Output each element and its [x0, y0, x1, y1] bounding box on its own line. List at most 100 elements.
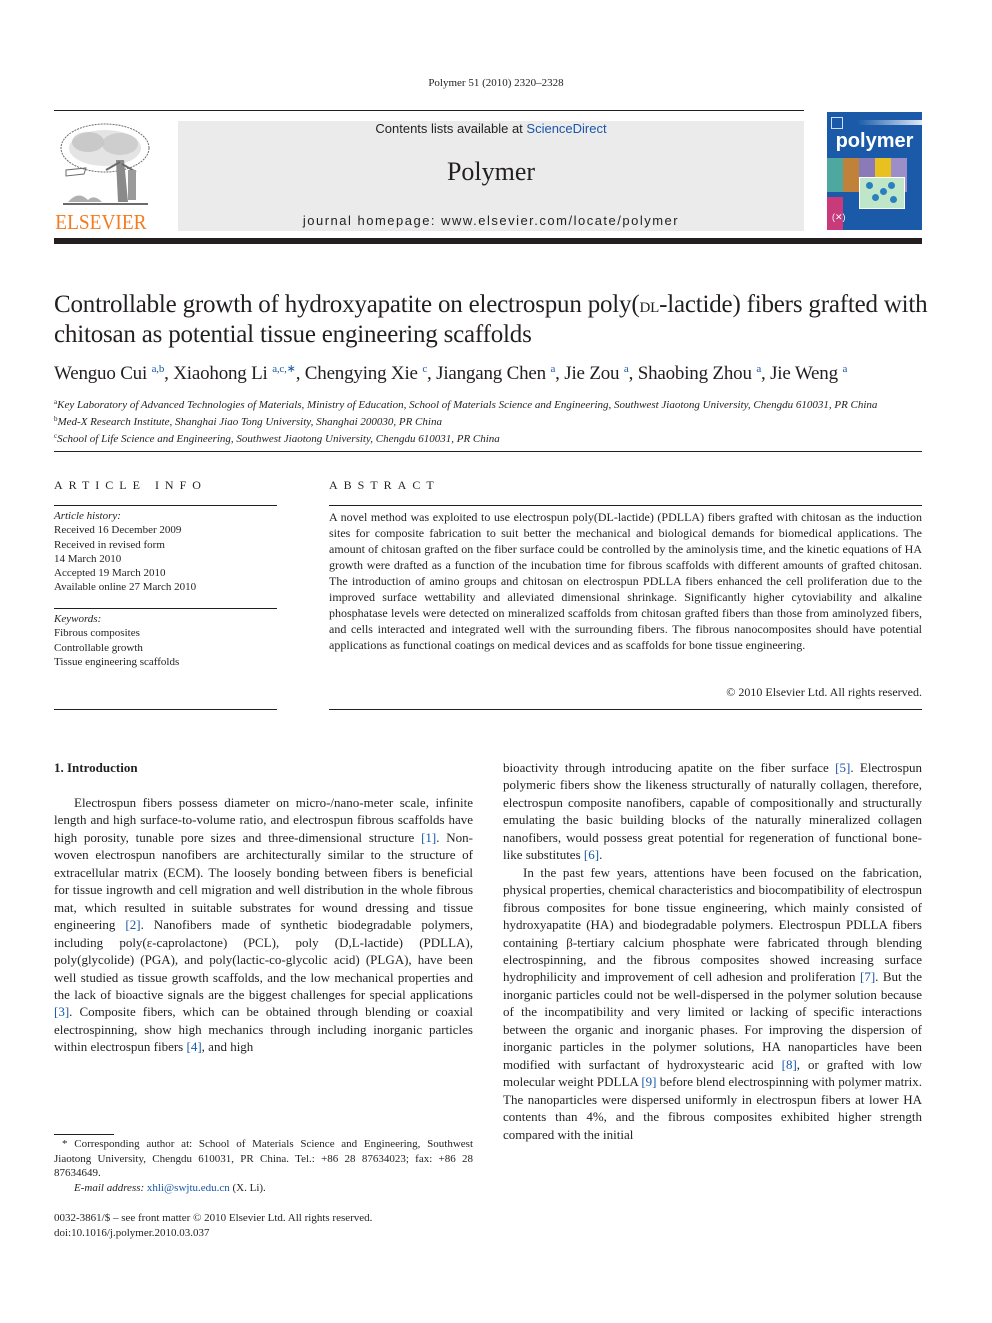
author-sep: , [555, 363, 565, 384]
text: Electrospun fibers possess diameter on m… [54, 795, 473, 845]
author-name: Jie Weng [770, 363, 838, 384]
text: , and high [201, 1039, 254, 1055]
cover-illustration [859, 177, 905, 209]
history-label: Article history: [54, 510, 121, 522]
header-rule [54, 110, 804, 111]
reference-link[interactable]: [3] [54, 1004, 69, 1019]
elsevier-logo[interactable]: ELSEVIER [54, 120, 156, 234]
text: . Electrospun polymeric fibers show the … [503, 760, 922, 863]
author[interactable]: Shaobing Zhou a, [638, 363, 770, 384]
issn-line: 0032-3861/$ – see front matter © 2010 El… [54, 1212, 373, 1224]
abstract-rule [329, 505, 922, 506]
affiliations: aKey Laboratory of Advanced Technologies… [54, 395, 934, 446]
history-item: Accepted 19 March 2010 [54, 567, 166, 580]
author[interactable]: Jie Weng a [770, 363, 847, 384]
reference-link[interactable]: [9] [641, 1074, 656, 1089]
footnote-rule [54, 1134, 114, 1135]
author[interactable]: Wenguo Cui a,b, [54, 363, 173, 384]
reference-link[interactable]: [5] [835, 760, 850, 775]
affiliation: cSchool of Life Science and Engineering,… [54, 429, 934, 446]
affiliation-text: School of Life Science and Engineering, … [57, 433, 500, 445]
author-list: Wenguo Cui a,b, Xiaohong Li a,c,∗, Cheng… [54, 362, 934, 385]
article-info-rule [54, 505, 277, 506]
history-item: Received 16 December 2009 [54, 524, 182, 537]
corresponding-author-note: * Corresponding author at: School of Mat… [54, 1138, 473, 1179]
history-item: 14 March 2010 [54, 552, 122, 565]
author-name: Jie Zou [564, 363, 620, 384]
affiliation-text: Med-X Research Institute, Shanghai Jiao … [57, 416, 442, 428]
email-line: E-mail address: xhli@swjtu.edu.cn (X. Li… [54, 1181, 473, 1196]
section-rule [54, 451, 922, 452]
title-smallcaps: dl [639, 293, 660, 317]
header-thick-rule [54, 238, 922, 244]
author-name: Xiaohong Li [173, 363, 268, 384]
author-affil-mark[interactable]: a [842, 363, 847, 375]
reference-link[interactable]: [4] [187, 1039, 202, 1054]
journal-citation: Polymer 51 (2010) 2320–2328 [428, 77, 564, 89]
author[interactable]: Chengying Xie c, [305, 363, 436, 384]
reference-link[interactable]: [7] [860, 969, 875, 984]
cover-bar [857, 120, 922, 125]
cover-mark-icon: (✕) [832, 212, 846, 222]
article-info-heading: ARTICLE INFO [54, 478, 207, 492]
paragraph: Electrospun fibers possess diameter on m… [54, 794, 473, 1056]
contents-line: Contents lists available at ScienceDirec… [178, 121, 804, 136]
sciencedirect-link[interactable]: ScienceDirect [526, 121, 606, 136]
keywords-rule [54, 608, 277, 609]
abstract-copyright: © 2010 Elsevier Ltd. All rights reserved… [726, 685, 922, 699]
article-history: Article history: Received 16 December 20… [54, 509, 277, 595]
elsevier-tree-icon [60, 123, 150, 205]
cover-title: polymer [835, 130, 914, 152]
author[interactable]: Jie Zou a, [564, 363, 637, 384]
text: . [599, 847, 603, 863]
abstract-text: A novel method was exploited to use elec… [329, 510, 922, 652]
author-affil-mark[interactable]: a,c,∗ [272, 363, 296, 375]
author-sep: , [427, 363, 437, 384]
keywords-label: Keywords: [54, 613, 102, 625]
text: bioactivity through introducing apatite … [503, 760, 836, 775]
text: In the past few years, attentions have b… [503, 864, 922, 985]
author-affil-mark[interactable]: a,b [152, 363, 165, 375]
body-column-right: bioactivity through introducing apatite … [503, 759, 922, 1143]
author-name: Wenguo Cui [54, 363, 148, 384]
author[interactable]: Jiangang Chen a, [436, 363, 564, 384]
author-sep: , [761, 363, 771, 384]
reference-link[interactable]: [1] [421, 830, 436, 845]
paragraph: bioactivity through introducing apatite … [503, 759, 922, 864]
journal-cover-image[interactable]: polymer (✕) [827, 112, 922, 230]
title-part1: Controllable growth of hydroxyapatite on… [54, 291, 640, 318]
article-info-bottom-rule [54, 709, 277, 710]
reference-link[interactable]: [8] [782, 1057, 797, 1072]
history-item: Available online 27 March 2010 [54, 581, 197, 594]
body-column-left: Electrospun fibers possess diameter on m… [54, 794, 473, 1056]
journal-homepage-link[interactable]: journal homepage: www.elsevier.com/locat… [178, 213, 804, 228]
cover-publisher-icon [831, 117, 843, 129]
author-name: Chengying Xie [304, 363, 418, 384]
email-link[interactable]: xhli@swjtu.edu.cn [147, 1182, 230, 1194]
journal-name: Polymer [446, 157, 536, 186]
footnote: * Corresponding author at: School of Mat… [54, 1137, 473, 1195]
reference-link[interactable]: [2] [125, 917, 140, 932]
affiliation: bMed-X Research Institute, Shanghai Jiao… [54, 412, 934, 429]
history-item: Received in revised form [54, 538, 165, 551]
keyword: Tissue engineering scaffolds [54, 655, 180, 668]
contents-prefix: Contents lists available at [375, 121, 527, 136]
keywords: Keywords: Fibrous composites Controllabl… [54, 612, 277, 669]
author-sep: , [628, 363, 638, 384]
journal-banner: Contents lists available at ScienceDirec… [178, 121, 804, 231]
affiliation: aKey Laboratory of Advanced Technologies… [54, 395, 934, 412]
abstract-heading: ABSTRACT [329, 478, 440, 492]
article-title: Controllable growth of hydroxyapatite on… [54, 290, 934, 350]
abstract-bottom-rule [329, 709, 922, 710]
keyword: Fibrous composites [54, 627, 140, 640]
section-heading-introduction: 1. Introduction [54, 760, 138, 775]
front-matter-info: 0032-3861/$ – see front matter © 2010 El… [54, 1211, 473, 1241]
affiliation-text: Key Laboratory of Advanced Technologies … [57, 399, 878, 411]
email-suffix: (X. Li). [229, 1181, 266, 1194]
email-label: E-mail address: [74, 1181, 147, 1194]
author[interactable]: Xiaohong Li a,c,∗, [173, 363, 305, 384]
paragraph: In the past few years, attentions have b… [503, 864, 922, 1143]
author-name: Shaobing Zhou [637, 363, 752, 384]
doi-link[interactable]: doi:10.1016/j.polymer.2010.03.037 [54, 1226, 473, 1241]
reference-link[interactable]: [6] [584, 847, 599, 862]
